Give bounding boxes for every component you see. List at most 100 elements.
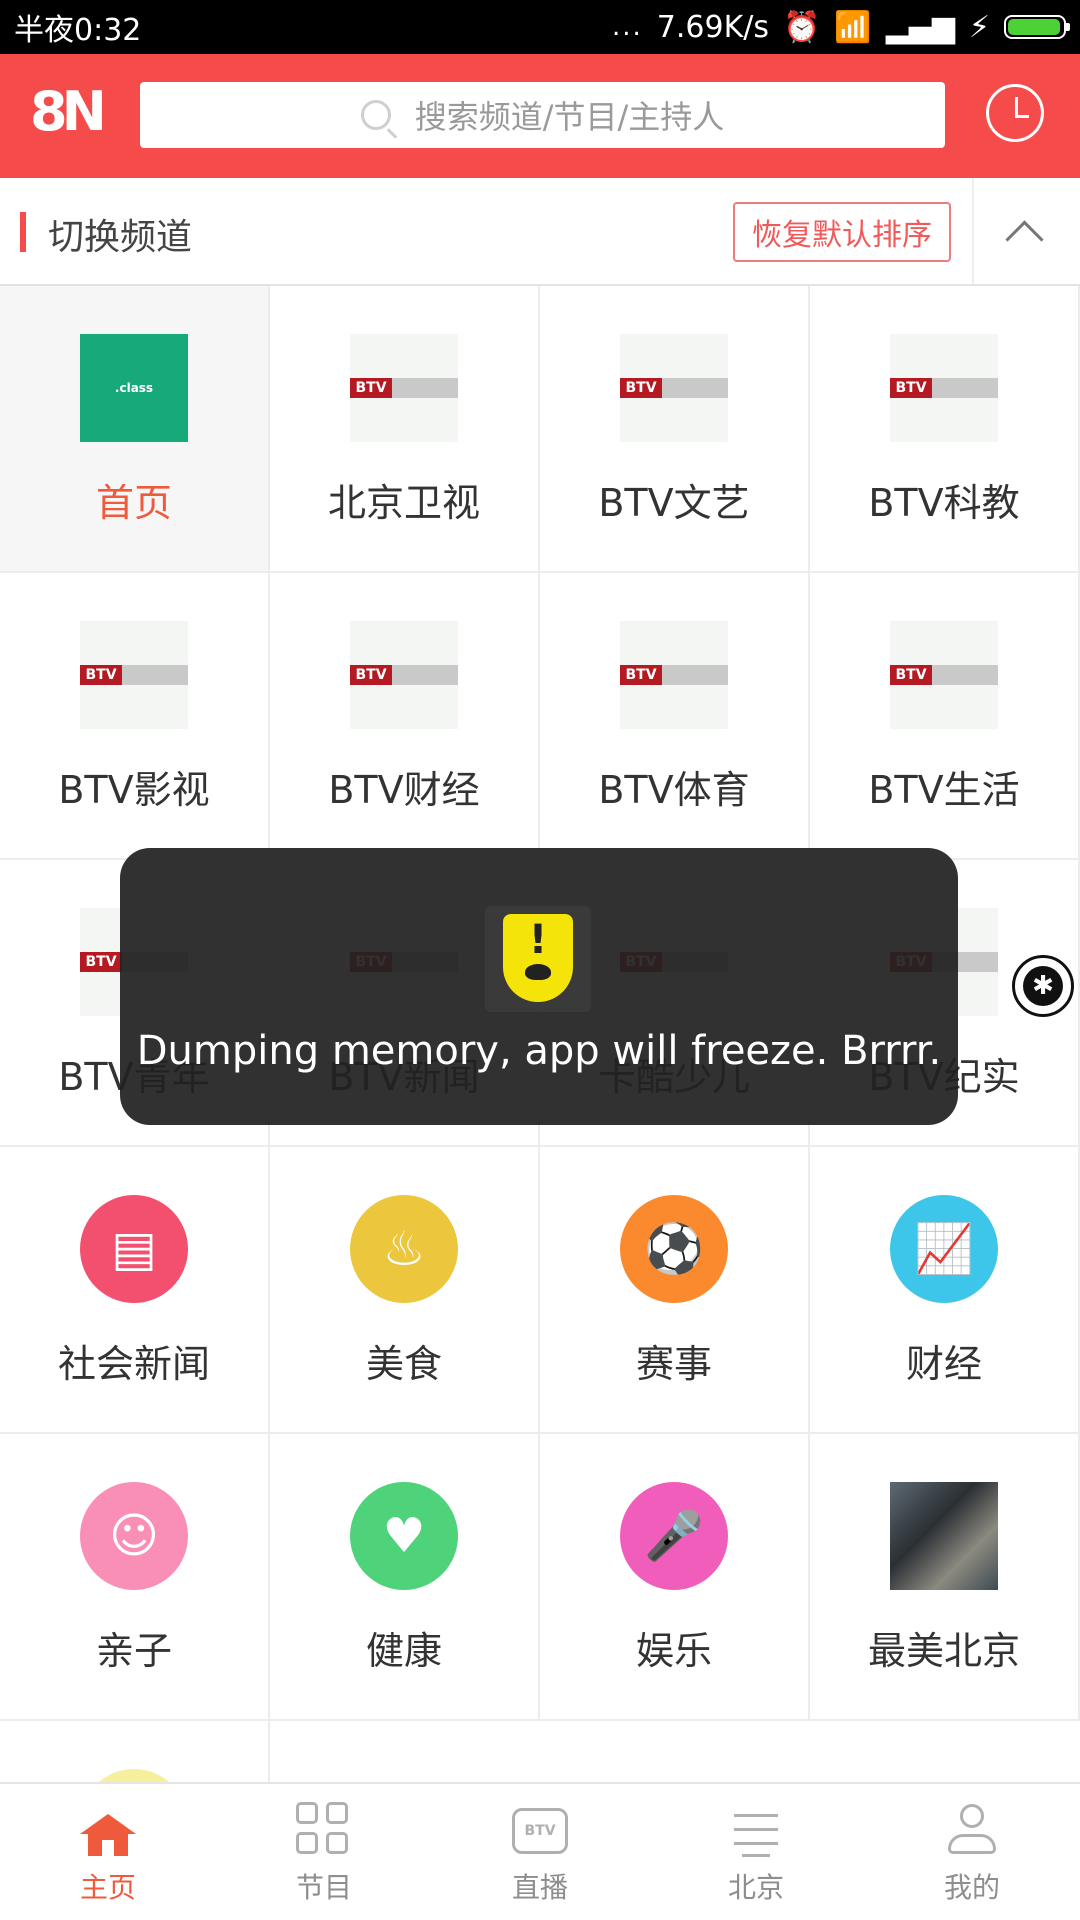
channel-item[interactable]: ⚽ 赛事 — [540, 1147, 810, 1434]
home-icon — [80, 1802, 136, 1858]
category-icon: ♥ — [350, 1482, 458, 1590]
status-bar: 半夜0:32 ... 7.69K/s ⏰ 📶 ▂▄▆ ⚡ — [0, 0, 1080, 54]
toast-app-icon: ! — [485, 906, 591, 1012]
channel-photo — [890, 1482, 998, 1590]
channel-item[interactable]: BTV BTV影视 — [0, 573, 270, 860]
channel-item[interactable]: BTV BTV体育 — [540, 573, 810, 860]
chevron-up-icon — [1005, 220, 1044, 259]
channel-item[interactable]: .class 首页 — [0, 286, 270, 573]
grid-icon — [296, 1802, 352, 1858]
collapse-button[interactable] — [972, 178, 1080, 284]
section-accent — [20, 212, 26, 252]
status-indicators: ... 7.69K/s ⏰ 📶 ▂▄▆ ⚡ — [611, 9, 1070, 45]
channel-label: 健康 — [365, 1629, 442, 1673]
channel-label: 美食 — [365, 1342, 442, 1386]
btv-logo-icon: BTV — [620, 334, 728, 442]
channel-label: 北京卫视 — [327, 481, 480, 525]
nav-item[interactable]: 节目 — [216, 1784, 432, 1920]
charging-icon: ⚡ — [968, 9, 990, 45]
channel-logo: .class — [80, 334, 188, 442]
channel-label: 财经 — [905, 1342, 982, 1386]
app-logo[interactable]: 8N — [30, 84, 107, 140]
nav-item[interactable]: BTV 直播 — [432, 1784, 648, 1920]
nav-label: 节目 — [295, 1871, 352, 1904]
channel-item[interactable]: 最美北京 — [810, 1434, 1080, 1721]
person-icon — [944, 1802, 1000, 1858]
toast: ! Dumping memory, app will freeze. Brrrr… — [120, 848, 958, 1125]
status-time: 半夜0:32 — [14, 13, 142, 48]
category-icon: ⚽ — [620, 1195, 728, 1303]
channel-label: BTV生活 — [868, 768, 1020, 812]
channel-label: 首页 — [95, 481, 172, 525]
channel-label: 最美北京 — [867, 1629, 1020, 1673]
shield-warning-icon: ! — [503, 914, 573, 1002]
wifi-icon: 📶 — [834, 9, 872, 45]
toast-message: Dumping memory, app will freeze. Brrrr. — [136, 1028, 942, 1074]
channel-item[interactable]: 📈 财经 — [810, 1147, 1080, 1434]
category-icon: ♨ — [350, 1195, 458, 1303]
tv-icon: BTV — [512, 1808, 568, 1854]
net-speed: 7.69K/s — [656, 9, 769, 45]
status-dots: ... — [611, 12, 643, 42]
channel-item[interactable]: BTV 北京卫视 — [270, 286, 540, 573]
nav-item[interactable]: 主页 — [0, 1784, 216, 1920]
channel-item[interactable]: BTV BTV文艺 — [540, 286, 810, 573]
category-glyph: ▤ — [111, 1221, 157, 1277]
channel-item[interactable] — [0, 1721, 270, 1782]
nav-label: 北京 — [727, 1871, 784, 1904]
nav-item[interactable]: 我的 — [864, 1784, 1080, 1920]
reset-order-button[interactable]: 恢复默认排序 — [733, 202, 951, 262]
category-glyph: 📈 — [914, 1221, 974, 1277]
category-icon: ▤ — [80, 1195, 188, 1303]
channel-label: BTV体育 — [598, 768, 750, 812]
btv-logo-icon: BTV — [620, 621, 728, 729]
floating-bug-icon[interactable]: ✱ — [1012, 955, 1074, 1017]
channel-item[interactable]: BTV BTV科教 — [810, 286, 1080, 573]
btv-logo-icon: BTV — [350, 621, 458, 729]
category-glyph: ⚽ — [644, 1221, 704, 1277]
category-glyph: ♨ — [382, 1221, 426, 1277]
search-placeholder: 搜索频道/节目/主持人 — [414, 98, 725, 136]
section-title: 切换频道 — [48, 217, 193, 258]
channel-item[interactable]: ♥ 健康 — [270, 1434, 540, 1721]
btv-logo-icon: BTV — [80, 621, 188, 729]
channel-label: BTV影视 — [58, 768, 210, 812]
channel-item[interactable]: ▤ 社会新闻 — [0, 1147, 270, 1434]
channel-item[interactable]: ☺ 亲子 — [0, 1434, 270, 1721]
channel-label: 社会新闻 — [57, 1342, 210, 1386]
channel-label: BTV科教 — [868, 481, 1020, 525]
btv-logo-icon: BTV — [350, 334, 458, 442]
channel-label: 娱乐 — [635, 1629, 712, 1673]
bottom-nav: 主页 节目 BTV 直播 北京 我的 — [0, 1782, 1080, 1920]
nav-label: 主页 — [79, 1871, 136, 1904]
nav-item[interactable]: 北京 — [648, 1784, 864, 1920]
nav-label: 我的 — [943, 1871, 1000, 1904]
channel-label: BTV财经 — [328, 768, 480, 812]
category-icon: ☺ — [80, 1482, 188, 1590]
channel-item[interactable]: BTV BTV生活 — [810, 573, 1080, 860]
channel-label: 亲子 — [95, 1629, 172, 1673]
battery-icon — [1004, 15, 1070, 39]
channel-switch-bar: 切换频道 恢复默认排序 — [0, 178, 1080, 286]
category-glyph: ☺ — [108, 1508, 160, 1564]
category-glyph: ♥ — [382, 1508, 426, 1564]
search-input[interactable]: 搜索频道/节目/主持人 — [140, 82, 945, 148]
channel-item[interactable]: BTV BTV财经 — [270, 573, 540, 860]
category-icon — [80, 1769, 188, 1782]
channel-item[interactable]: 🎤 娱乐 — [540, 1434, 810, 1721]
channel-label: BTV文艺 — [598, 481, 750, 525]
history-clock-icon[interactable] — [986, 84, 1044, 142]
search-icon — [360, 100, 391, 130]
category-glyph: 🎤 — [644, 1508, 704, 1564]
pagoda-icon — [728, 1802, 784, 1858]
channel-item[interactable]: ♨ 美食 — [270, 1147, 540, 1434]
category-icon: 📈 — [890, 1195, 998, 1303]
nav-label: 直播 — [511, 1871, 568, 1904]
signal-icon: ▂▄▆ — [885, 9, 955, 45]
app-header: 8N 搜索频道/节目/主持人 — [0, 54, 1080, 178]
category-icon: 🎤 — [620, 1482, 728, 1590]
channel-label: 赛事 — [635, 1342, 712, 1386]
btv-logo-icon: BTV — [890, 621, 998, 729]
btv-logo-icon: BTV — [890, 334, 998, 442]
alarm-icon: ⏰ — [782, 9, 821, 45]
